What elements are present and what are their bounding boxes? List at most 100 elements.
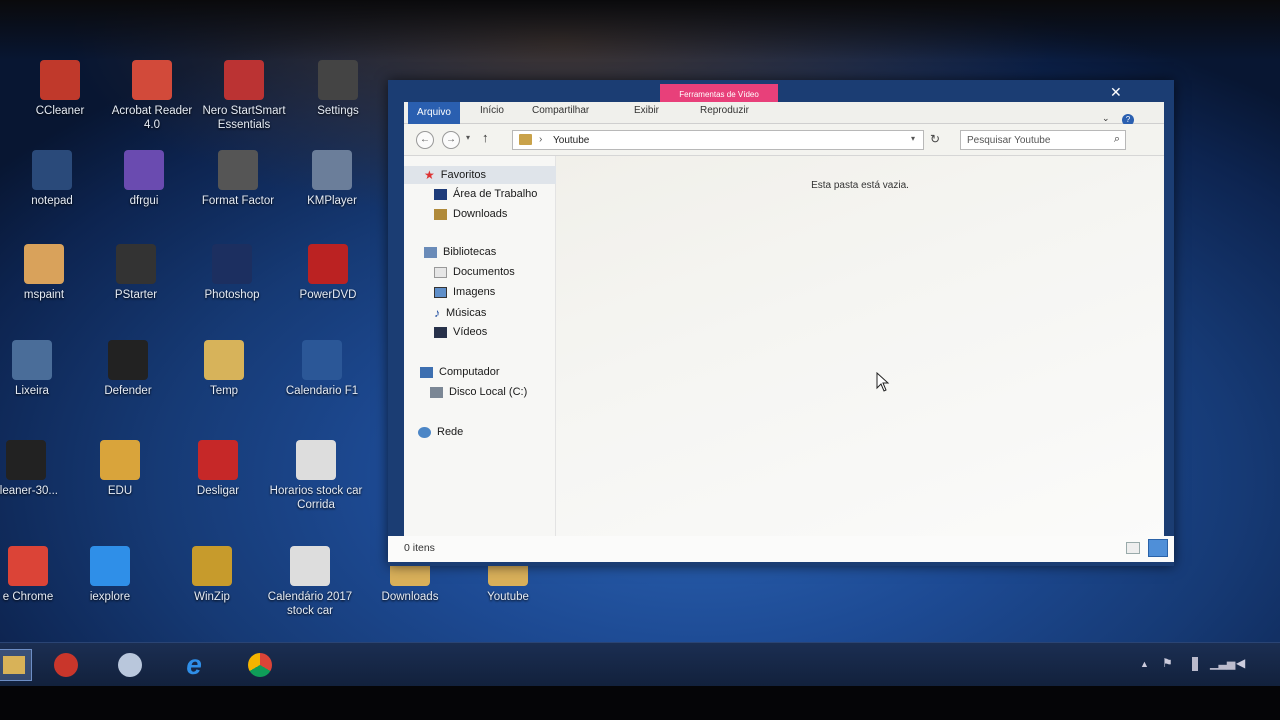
desktop-icon-powerdvd[interactable]: PowerDVD: [280, 244, 376, 302]
desktop-icon-dfrgui[interactable]: dfrgui: [96, 150, 192, 208]
nav-rede[interactable]: Rede: [418, 426, 463, 438]
desktop-icon-label: Temp: [209, 385, 239, 397]
desktop-icon-temp[interactable]: Temp: [176, 340, 272, 398]
battery-icon[interactable]: [1192, 657, 1198, 671]
desktop-icon-nero-startsmart-essentials[interactable]: Nero StartSmart Essentials: [196, 60, 292, 132]
images-icon: [434, 286, 447, 298]
flag-icon[interactable]: ⚑: [1162, 656, 1173, 670]
desktop-icon-lixeira[interactable]: Lixeira: [0, 340, 80, 398]
nav-label: Bibliotecas: [443, 246, 497, 258]
item-count: 0 itens: [404, 542, 435, 554]
desktop-icon-label: PStarter: [114, 289, 158, 301]
explorer-window: Ferramentas de Vídeo ✕ Início Compartilh…: [388, 80, 1174, 566]
taskbar: e ▲ ⚑ ▁▃▅ ◀: [0, 642, 1280, 686]
desktop-icon-label: Photoshop: [204, 289, 260, 301]
show-hidden-icons-icon[interactable]: ▲: [1140, 659, 1149, 669]
nav-videos[interactable]: Vídeos: [434, 326, 487, 338]
wallpaper-shade: [0, 0, 1280, 60]
desktop-icon-label: iexplore: [89, 591, 131, 603]
taskbar-chrome-button[interactable]: [242, 649, 278, 681]
desktop-icon-winzip[interactable]: WinZip: [164, 546, 260, 604]
tab-reproduzir[interactable]: Reproduzir: [694, 105, 755, 116]
address-dropdown-icon[interactable]: ▾: [911, 134, 915, 143]
taskbar-ccleaner-button[interactable]: [48, 649, 84, 681]
desktop-icon-mspaint[interactable]: mspaint: [0, 244, 92, 302]
desktop-icon-label: Youtube: [487, 591, 529, 603]
nav-imagens[interactable]: Imagens: [434, 286, 495, 298]
search-input[interactable]: Pesquisar Youtube ⌕: [960, 130, 1126, 150]
nav-disco-local[interactable]: Disco Local (C:): [430, 386, 527, 398]
app-icon: [198, 440, 238, 480]
close-icon[interactable]: ✕: [1110, 84, 1122, 101]
desktop-icon-edu[interactable]: EDU: [72, 440, 168, 498]
desktop-icon-label: Defender: [104, 385, 152, 397]
recent-locations-icon[interactable]: ▾: [466, 133, 470, 142]
documents-icon: [434, 266, 447, 278]
desktop-icon-cleaner-30[interactable]: cleaner-30...: [0, 440, 74, 498]
desktop-icon-kmplayer[interactable]: KMPlayer: [284, 150, 380, 208]
hard-drive-icon: [430, 386, 443, 398]
nav-computador[interactable]: Computador: [420, 366, 500, 378]
tab-arquivo[interactable]: Arquivo: [408, 102, 460, 124]
nav-label: Músicas: [446, 307, 487, 319]
taskbar-ie-button[interactable]: e: [176, 649, 212, 681]
refresh-icon[interactable]: ↻: [930, 132, 940, 146]
desktop-icon-defender[interactable]: Defender: [80, 340, 176, 398]
tab-inicio[interactable]: Início: [474, 105, 510, 116]
app-icon: [116, 244, 156, 284]
desktop-icon-notepad[interactable]: notepad: [4, 150, 100, 208]
taskbar-media-button[interactable]: [112, 649, 148, 681]
tab-compartilhar[interactable]: Compartilhar: [526, 105, 595, 116]
nav-musicas[interactable]: ♪ Músicas: [434, 306, 486, 320]
downloads-folder-icon: [434, 208, 447, 220]
desktop-icon-pstarter[interactable]: PStarter: [88, 244, 184, 302]
network-icon: [418, 426, 431, 438]
speaker-icon[interactable]: ◀: [1236, 656, 1245, 670]
nav-area-de-trabalho[interactable]: Área de Trabalho: [434, 188, 537, 200]
desktop-icon-photoshop[interactable]: Photoshop: [184, 244, 280, 302]
nav-favoritos[interactable]: ★ Favoritos: [424, 168, 486, 182]
folder-icon: [3, 656, 25, 674]
desktop-icon-iexplore[interactable]: iexplore: [62, 546, 158, 604]
tab-exibir[interactable]: Exibir: [628, 105, 665, 116]
app-icon: [212, 244, 252, 284]
desktop-icon-label: Acrobat Reader 4.0: [111, 105, 193, 131]
desktop-icon-format-factor[interactable]: Format Factor: [190, 150, 286, 208]
desktop-icon-settings[interactable]: Settings: [290, 60, 386, 118]
desktop-icon-label: cleaner-30...: [0, 485, 58, 497]
desktop-icon-label: WinZip: [194, 591, 230, 603]
desktop-icon-calend-rio-2017-stock-car[interactable]: Calendário 2017 stock car: [262, 546, 358, 618]
up-arrow-icon[interactable]: ↑: [482, 130, 489, 145]
desktop-icon-acrobat-reader-4-0[interactable]: Acrobat Reader 4.0: [104, 60, 200, 132]
back-icon[interactable]: ←: [416, 131, 434, 149]
signal-icon[interactable]: ▁▃▅: [1210, 657, 1235, 670]
desktop-icon-ccleaner[interactable]: CCleaner: [12, 60, 108, 118]
nav-downloads[interactable]: Downloads: [434, 208, 507, 220]
desktop-icon-label: PowerDVD: [299, 289, 357, 301]
file-list-pane[interactable]: Esta pasta está vazia.: [556, 156, 1164, 546]
taskbar-explorer-button[interactable]: [0, 649, 32, 681]
nav-documentos[interactable]: Documentos: [434, 266, 515, 278]
libraries-icon: [424, 246, 437, 258]
forward-icon[interactable]: →: [442, 131, 460, 149]
address-bar[interactable]: › Youtube ▾: [512, 130, 924, 150]
desktop-icon-desligar[interactable]: Desligar: [170, 440, 266, 498]
breadcrumb-youtube[interactable]: Youtube: [553, 135, 589, 146]
folder-icon: [519, 134, 532, 145]
large-icons-view-icon[interactable]: [1148, 539, 1168, 557]
app-icon: [24, 244, 64, 284]
nav-bibliotecas[interactable]: Bibliotecas: [424, 246, 496, 258]
app-icon: [12, 340, 52, 380]
app-icon: [290, 546, 330, 586]
search-icon[interactable]: ⌕: [1114, 133, 1120, 146]
desktop-icon-label: Downloads: [381, 591, 439, 603]
address-row: ← → ▾ ↑ › Youtube ▾ ↻ Pesquisar Youtube …: [404, 124, 1164, 156]
desktop-icon-label: EDU: [107, 485, 133, 497]
chrome-icon: [248, 653, 272, 677]
desktop-icon-label: mspaint: [23, 289, 65, 301]
desktop-icon-horarios-stock-car-corrida[interactable]: Horarios stock car Corrida: [268, 440, 364, 512]
chevron-down-icon[interactable]: ⌄: [1102, 113, 1110, 124]
details-view-icon[interactable]: [1126, 542, 1140, 554]
desktop-icon-calendario-f1[interactable]: Calendario F1: [274, 340, 370, 398]
app-icon: [302, 340, 342, 380]
